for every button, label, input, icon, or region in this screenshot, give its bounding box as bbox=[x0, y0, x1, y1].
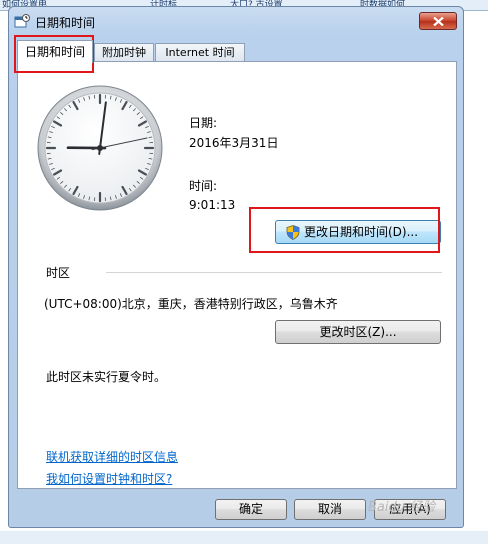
tab-internet-time[interactable]: Internet 时间 bbox=[155, 43, 245, 62]
time-value: 9:01:13 bbox=[189, 198, 236, 212]
close-icon bbox=[433, 17, 444, 26]
timezone-value: (UTC+08:00)北京，重庆，香港特别行政区，乌鲁木齐 bbox=[44, 297, 338, 311]
dst-note: 此时区未实行夏令时。 bbox=[46, 370, 167, 384]
time-label: 时间: bbox=[189, 179, 218, 193]
cancel-button[interactable]: 取消 bbox=[294, 499, 366, 520]
analog-clock bbox=[37, 85, 163, 211]
shield-icon bbox=[286, 225, 300, 240]
timezone-divider bbox=[106, 272, 442, 273]
date-value: 2016年3月31日 bbox=[189, 136, 279, 150]
tab-date-time[interactable]: 日期和时间 bbox=[17, 40, 93, 63]
change-date-time-button[interactable]: 更改日期和时间(D)... bbox=[275, 220, 441, 244]
change-date-time-label: 更改日期和时间(D)... bbox=[304, 225, 419, 239]
change-timezone-button[interactable]: 更改时区(Z)... bbox=[275, 320, 441, 344]
how-to-set-clock-link[interactable]: 我如何设置时钟和时区? bbox=[46, 470, 172, 487]
datetime-icon bbox=[14, 14, 30, 28]
watermark: Baidu 经验 bbox=[368, 500, 436, 515]
timezone-section-label: 时区 bbox=[46, 266, 71, 280]
date-label: 日期: bbox=[189, 116, 218, 130]
date-time-dialog: 日期和时间 日期和时间 附加时钟 Internet 时间 日期: 2016年3月… bbox=[8, 6, 464, 528]
tab-panel: 日期: 2016年3月31日 时间: 9:01:13 更改日期和时间(D)...… bbox=[17, 61, 457, 489]
online-timezone-info-link[interactable]: 联机获取详细的时区信息 bbox=[46, 448, 178, 465]
tab-bar: 日期和时间 附加时钟 Internet 时间 bbox=[17, 40, 457, 63]
bottom-strip bbox=[0, 531, 488, 544]
close-button[interactable] bbox=[419, 12, 457, 30]
tab-additional-clocks[interactable]: 附加时钟 bbox=[94, 43, 154, 62]
window-title: 日期和时间 bbox=[35, 16, 96, 30]
ok-button[interactable]: 确定 bbox=[215, 499, 287, 520]
